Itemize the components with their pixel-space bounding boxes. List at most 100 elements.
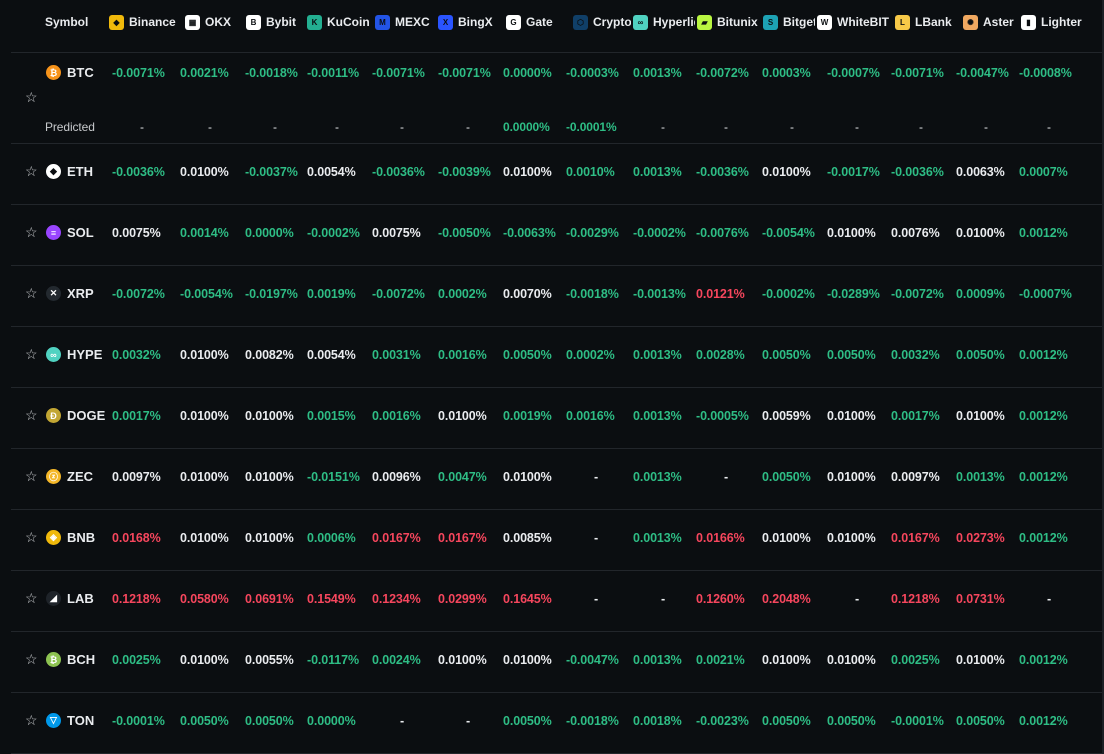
symbol-cell[interactable]: Ð DOGE (46, 408, 105, 423)
funding-rate-cell[interactable]: 0.0021% (180, 66, 229, 80)
funding-rate-cell[interactable]: -0.0007% (827, 66, 880, 80)
funding-rate-cell[interactable]: 0.0054% (307, 348, 356, 362)
funding-rate-cell[interactable]: 0.0050% (180, 714, 229, 728)
funding-rate-cell[interactable]: -0.0054% (180, 287, 233, 301)
funding-rate-cell[interactable]: 0.0580% (180, 592, 229, 606)
favorite-star-icon[interactable]: ☆ (25, 590, 38, 607)
funding-rate-cell[interactable]: 0.0025% (112, 653, 161, 667)
funding-rate-cell[interactable]: 0.0012% (1019, 653, 1068, 667)
funding-rate-cell[interactable]: -0.0047% (566, 653, 619, 667)
funding-rate-cell[interactable]: -0.0017% (827, 165, 880, 179)
funding-rate-cell[interactable]: 0.0100% (180, 653, 229, 667)
funding-rate-cell[interactable]: -0.0289% (827, 287, 880, 301)
symbol-cell[interactable]: ∞ HYPE (46, 347, 102, 362)
funding-rate-cell[interactable]: -0.0023% (696, 714, 749, 728)
funding-rate-cell[interactable]: 0.1218% (112, 592, 161, 606)
funding-rate-cell[interactable]: 0.0082% (245, 348, 294, 362)
funding-rate-cell[interactable]: 0.0013% (633, 165, 682, 179)
funding-rate-cell[interactable]: -0.0117% (307, 653, 359, 667)
funding-rate-cell[interactable]: 0.0100% (503, 165, 552, 179)
funding-rate-cell[interactable]: -0.0071% (891, 66, 944, 80)
funding-rate-cell[interactable]: 0.0100% (438, 653, 487, 667)
funding-rate-cell[interactable]: 0.0100% (827, 226, 876, 240)
exchange-header-lighter[interactable]: ▮ Lighter (1021, 13, 1082, 31)
funding-rate-cell[interactable]: 0.0019% (503, 409, 552, 423)
funding-rate-cell[interactable]: - (466, 714, 470, 728)
favorite-star-icon[interactable]: ☆ (25, 346, 38, 363)
funding-rate-cell[interactable]: -0.0197% (245, 287, 298, 301)
funding-rate-cell[interactable]: 0.0000% (503, 66, 552, 80)
symbol-cell[interactable]: ₿ BCH (46, 652, 95, 667)
funding-rate-cell[interactable]: 0.0273% (956, 531, 1005, 545)
funding-rate-cell[interactable]: 0.0050% (762, 714, 811, 728)
funding-rate-cell[interactable]: -0.0001% (112, 714, 165, 728)
funding-rate-cell[interactable]: 0.0047% (438, 470, 487, 484)
funding-rate-cell[interactable]: 0.0021% (696, 653, 745, 667)
funding-rate-cell[interactable]: -0.0002% (762, 287, 815, 301)
funding-rate-cell[interactable]: 0.0100% (503, 653, 552, 667)
funding-rate-cell[interactable]: 0.2048% (762, 592, 811, 606)
funding-rate-cell[interactable]: 0.0070% (503, 287, 552, 301)
funding-rate-cell[interactable]: 0.0100% (245, 470, 294, 484)
exchange-header-mexc[interactable]: M MEXC (375, 13, 430, 31)
funding-rate-cell[interactable]: 0.0100% (827, 409, 876, 423)
exchange-header-bitget[interactable]: S Bitget (763, 13, 815, 31)
funding-rate-cell[interactable]: 0.0002% (566, 348, 615, 362)
funding-rate-cell[interactable]: 0.0006% (307, 531, 356, 545)
funding-rate-cell[interactable]: 0.0100% (827, 531, 876, 545)
exchange-header-aster[interactable]: ✺ Aster (963, 13, 1014, 31)
exchange-header-cryptocom[interactable]: ⬡ Crypto.com (573, 13, 631, 31)
funding-rate-cell[interactable]: 0.0032% (891, 348, 940, 362)
funding-rate-cell[interactable]: 0.0050% (245, 714, 294, 728)
funding-rate-cell[interactable]: -0.0018% (566, 714, 619, 728)
funding-rate-cell[interactable]: -0.0002% (307, 226, 360, 240)
funding-rate-cell[interactable]: -0.0013% (633, 287, 686, 301)
funding-rate-cell[interactable]: 0.0003% (762, 66, 811, 80)
funding-rate-cell[interactable]: - (1047, 592, 1051, 606)
funding-rate-cell[interactable]: 0.0731% (956, 592, 1005, 606)
funding-rate-cell[interactable]: 0.0010% (566, 165, 615, 179)
funding-rate-cell[interactable]: -0.0072% (112, 287, 165, 301)
funding-rate-cell[interactable]: 0.0024% (372, 653, 421, 667)
funding-rate-cell[interactable]: -0.0071% (372, 66, 425, 80)
funding-rate-cell[interactable]: -0.0071% (112, 66, 165, 80)
funding-rate-cell[interactable]: 0.0100% (245, 531, 294, 545)
funding-rate-cell[interactable]: 0.1549% (307, 592, 356, 606)
funding-rate-cell[interactable]: 0.0032% (112, 348, 161, 362)
funding-rate-cell[interactable]: 0.0168% (112, 531, 161, 545)
funding-rate-cell[interactable]: 0.0009% (956, 287, 1005, 301)
funding-rate-cell[interactable]: -0.0001% (891, 714, 944, 728)
symbol-cell[interactable]: ✕ XRP (46, 286, 94, 301)
funding-rate-cell[interactable]: 0.1234% (372, 592, 421, 606)
exchange-header-lbank[interactable]: L LBank (895, 13, 952, 31)
symbol-cell[interactable]: ≡ SOL (46, 225, 94, 240)
funding-rate-cell[interactable]: 0.0050% (827, 348, 876, 362)
favorite-star-icon[interactable]: ☆ (25, 285, 38, 302)
funding-rate-cell[interactable]: 0.0013% (633, 531, 682, 545)
symbol-cell[interactable]: ◢ LAB (46, 591, 94, 606)
funding-rate-cell[interactable]: 0.0016% (372, 409, 421, 423)
funding-rate-cell[interactable]: 0.0013% (956, 470, 1005, 484)
favorite-star-icon[interactable]: ☆ (25, 407, 38, 424)
funding-rate-cell[interactable]: 0.0100% (503, 470, 552, 484)
funding-rate-cell[interactable]: 0.0050% (503, 348, 552, 362)
symbol-cell[interactable]: ◆ ETH (46, 164, 93, 179)
funding-rate-cell[interactable]: 0.0100% (180, 348, 229, 362)
funding-rate-cell[interactable]: 0.0050% (827, 714, 876, 728)
funding-rate-cell[interactable]: 0.0028% (696, 348, 745, 362)
funding-rate-cell[interactable]: 0.0012% (1019, 409, 1068, 423)
funding-rate-cell[interactable]: 0.0100% (438, 409, 487, 423)
table-row-doge[interactable]: ☆ Ð DOGE 0.0017% 0.0100% 0.0100% 0.0015% 0.0016… (11, 387, 1104, 449)
table-row-lab[interactable]: ☆ ◢ LAB 0.1218% 0.0580% 0.0691% 0.1549% 0.1234%… (11, 570, 1104, 632)
funding-rate-cell[interactable]: 0.0019% (307, 287, 356, 301)
table-row-btc[interactable]: ☆ ₿ BTC -0.0071% 0.0021% -0.0018% -0.0011% -0.0… (11, 52, 1104, 144)
funding-rate-cell[interactable]: 0.0299% (438, 592, 487, 606)
funding-rate-cell[interactable]: 0.1645% (503, 592, 552, 606)
funding-rate-cell[interactable]: - (724, 470, 728, 484)
funding-rate-cell[interactable]: 0.0097% (891, 470, 940, 484)
favorite-star-icon[interactable]: ☆ (25, 651, 38, 668)
funding-rate-cell[interactable]: 0.0100% (827, 653, 876, 667)
funding-rate-cell[interactable]: 0.1260% (696, 592, 745, 606)
favorite-star-icon[interactable]: ☆ (25, 224, 38, 241)
funding-rate-cell[interactable]: -0.0071% (438, 66, 491, 80)
